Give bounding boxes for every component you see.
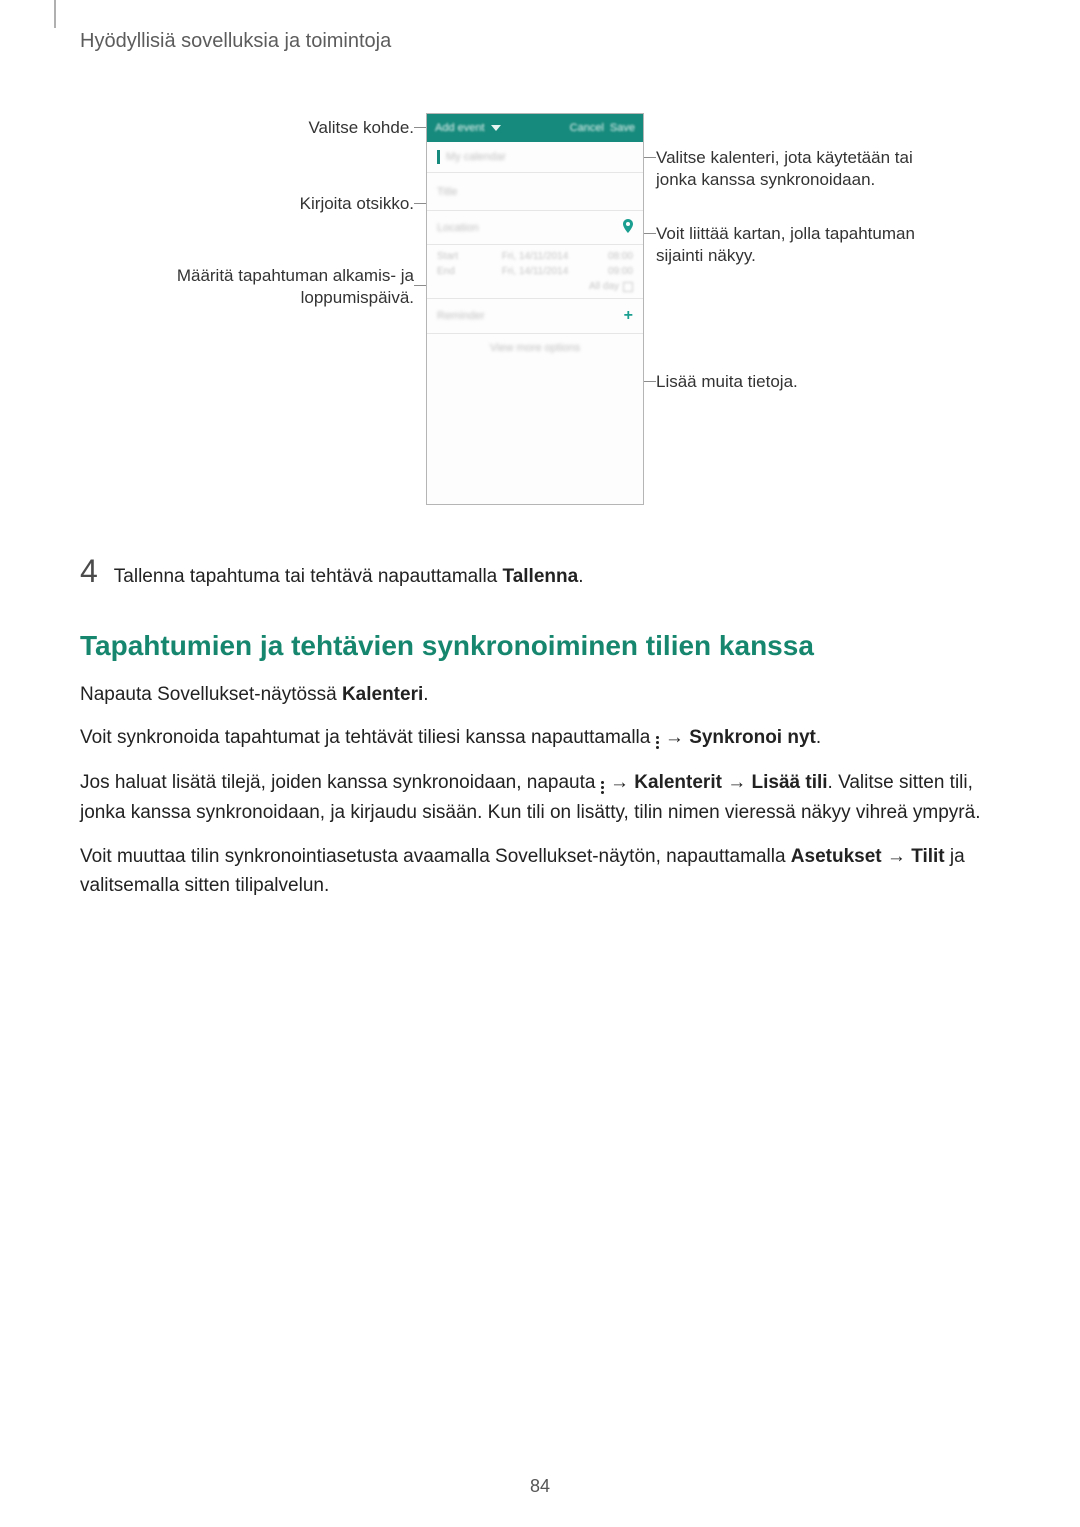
p3-b1: Kalenterit [634, 772, 722, 793]
mock-row-dates: StartFri, 14/11/201408:00 EndFri, 14/11/… [427, 245, 643, 299]
header-rule [54, 0, 56, 28]
checkbox-icon [623, 282, 633, 292]
connector [644, 233, 656, 234]
step-text-pre: Tallenna tapahtuma tai tehtävä napauttam… [114, 566, 503, 587]
mock-calendar-label: My calendar [446, 151, 506, 163]
callouts-left: Valitse kohde. Kirjoita otsikko. Määritä… [156, 113, 426, 505]
mock-row-location: Location [427, 211, 643, 245]
accent-bar [437, 150, 440, 164]
p2-bold: Synkronoi nyt [689, 727, 816, 748]
p2-arrow: → [660, 727, 690, 748]
callout-select-calendar: Valitse kalenteri, jota käytetään tai jo… [656, 147, 924, 191]
p2-post: . [816, 727, 821, 748]
p4-b1: Asetukset [791, 846, 882, 867]
p1-pre: Napauta Sovellukset-näytössä [80, 684, 342, 705]
mock-allday: All day [437, 281, 633, 292]
p3-arrow2: → [722, 772, 752, 793]
step-4: 4 Tallenna tapahtuma tai tehtävä napautt… [80, 555, 1000, 588]
mock-save: Save [610, 122, 635, 134]
mock-date-end: EndFri, 14/11/201409:00 [437, 266, 633, 277]
connector [644, 157, 656, 158]
page-header: Hyödyllisiä sovelluksia ja toimintoja [80, 30, 1000, 53]
step-text: Tallenna tapahtuma tai tehtävä napauttam… [114, 566, 584, 588]
mock-view-more: View more options [427, 334, 643, 362]
mock-date-start: StartFri, 14/11/201408:00 [437, 251, 633, 262]
paragraph-1: Napauta Sovellukset-näytössä Kalenteri. [80, 680, 1000, 709]
connector [414, 203, 426, 204]
p3-b2: Lisää tili [752, 772, 828, 793]
callout-more-info: Lisää muita tietoja. [656, 371, 798, 393]
paragraph-4: Voit muuttaa tilin synkronointiasetusta … [80, 842, 1000, 901]
step-number: 4 [80, 555, 98, 587]
phone-mock: Add event Cancel Save My calendar Title … [426, 113, 644, 505]
connector [644, 381, 656, 382]
mock-title-field: Title [437, 186, 457, 198]
mock-location-field: Location [437, 222, 479, 234]
callout-select-target: Valitse kohde. [308, 117, 414, 139]
mock-topbar: Add event Cancel Save [427, 114, 643, 142]
section-heading: Tapahtumien ja tehtävien synkronoiminen … [80, 630, 1000, 662]
plus-icon: + [624, 307, 633, 325]
step-text-post: . [578, 566, 583, 587]
paragraph-3: Jos haluat lisätä tilejä, joiden kanssa … [80, 768, 1000, 828]
paragraph-2: Voit synkronoida tapahtumat ja tehtävät … [80, 723, 1000, 753]
p3-pre: Jos haluat lisätä tilejä, joiden kanssa … [80, 772, 601, 793]
pin-icon [623, 219, 633, 236]
connector [414, 285, 426, 286]
mock-row-calendar: My calendar [427, 142, 643, 173]
callouts-right: Valitse kalenteri, jota käytetään tai jo… [644, 113, 924, 505]
diagram: Valitse kohde. Kirjoita otsikko. Määritä… [80, 113, 1000, 505]
mock-row-title: Title [427, 173, 643, 211]
p4-b2: Tilit [911, 846, 944, 867]
mock-reminder-label: Reminder [437, 310, 485, 322]
step-text-bold: Tallenna [503, 566, 579, 587]
mock-row-reminder: Reminder + [427, 299, 643, 334]
mock-topbar-title: Add event [435, 122, 485, 134]
p4-arrow: → [882, 846, 912, 867]
p2-pre: Voit synkronoida tapahtumat ja tehtävät … [80, 727, 656, 748]
p3-arrow1: → [605, 772, 635, 793]
connector [414, 127, 426, 128]
dropdown-icon [491, 125, 501, 131]
callout-set-dates: Määritä tapahtuman alkamis- ja loppumisp… [156, 265, 414, 309]
callout-write-title: Kirjoita otsikko. [300, 193, 414, 215]
p1-bold: Kalenteri [342, 684, 423, 705]
p1-post: . [423, 684, 428, 705]
page-number: 84 [0, 1476, 1080, 1497]
callout-attach-map: Voit liittää kartan, jolla tapahtuman si… [656, 223, 924, 267]
mock-cancel: Cancel [570, 122, 604, 134]
p4-pre: Voit muuttaa tilin synkronointiasetusta … [80, 846, 791, 867]
